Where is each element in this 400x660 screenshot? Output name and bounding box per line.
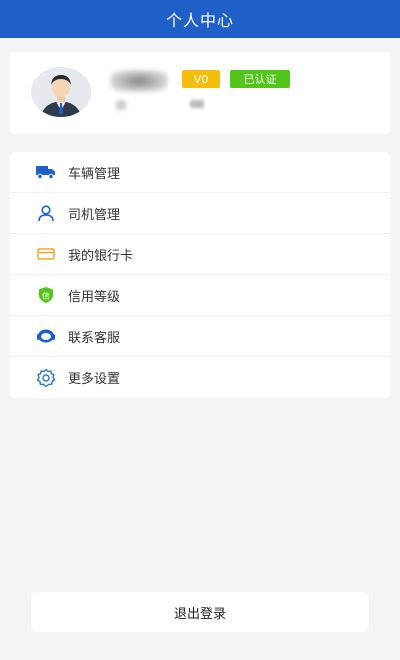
truck-icon: [36, 162, 56, 182]
menu-item-label: 信用等级: [68, 289, 121, 305]
card-icon: [36, 244, 56, 264]
profile-card[interactable]: V0 已认证: [10, 52, 390, 134]
user-info-redacted: [190, 100, 204, 108]
logout-button[interactable]: 退出登录: [31, 592, 369, 632]
menu-item-vehicle-management[interactable]: 车辆管理: [10, 152, 390, 193]
menu-item-label: 司机管理: [68, 207, 121, 223]
menu-item-label: 更多设置: [68, 372, 121, 387]
menu-item-label: 车辆管理: [68, 166, 121, 182]
user-info-redacted: [116, 100, 126, 110]
page-title: 个人中心: [165, 11, 234, 30]
menu-item-credit-level[interactable]: 信 信用等级: [10, 275, 390, 316]
menu-item-label: 我的银行卡: [68, 248, 134, 264]
gear-icon: [36, 368, 56, 388]
verified-badge: 已认证: [230, 70, 290, 88]
avatar[interactable]: [31, 67, 91, 117]
svg-text:信: 信: [42, 291, 50, 301]
shield-credit-icon: 信: [36, 285, 56, 305]
menu-item-label: 联系客服: [68, 330, 121, 346]
menu-item-customer-service[interactable]: 联系客服: [10, 316, 390, 357]
menu-item-bank-card[interactable]: 我的银行卡: [10, 234, 390, 275]
menu-item-more-settings[interactable]: 更多设置: [10, 357, 390, 398]
person-icon: [36, 203, 56, 223]
user-name-redacted: [110, 70, 168, 92]
headset-icon: [36, 326, 56, 346]
menu-item-driver-management[interactable]: 司机管理: [10, 193, 390, 234]
header-bar: 个人中心: [0, 0, 400, 38]
level-badge: V0: [182, 70, 220, 88]
menu-list: 车辆管理 司机管理 我的银行卡 信 信用等级 联系客服 更多设置: [10, 152, 390, 398]
